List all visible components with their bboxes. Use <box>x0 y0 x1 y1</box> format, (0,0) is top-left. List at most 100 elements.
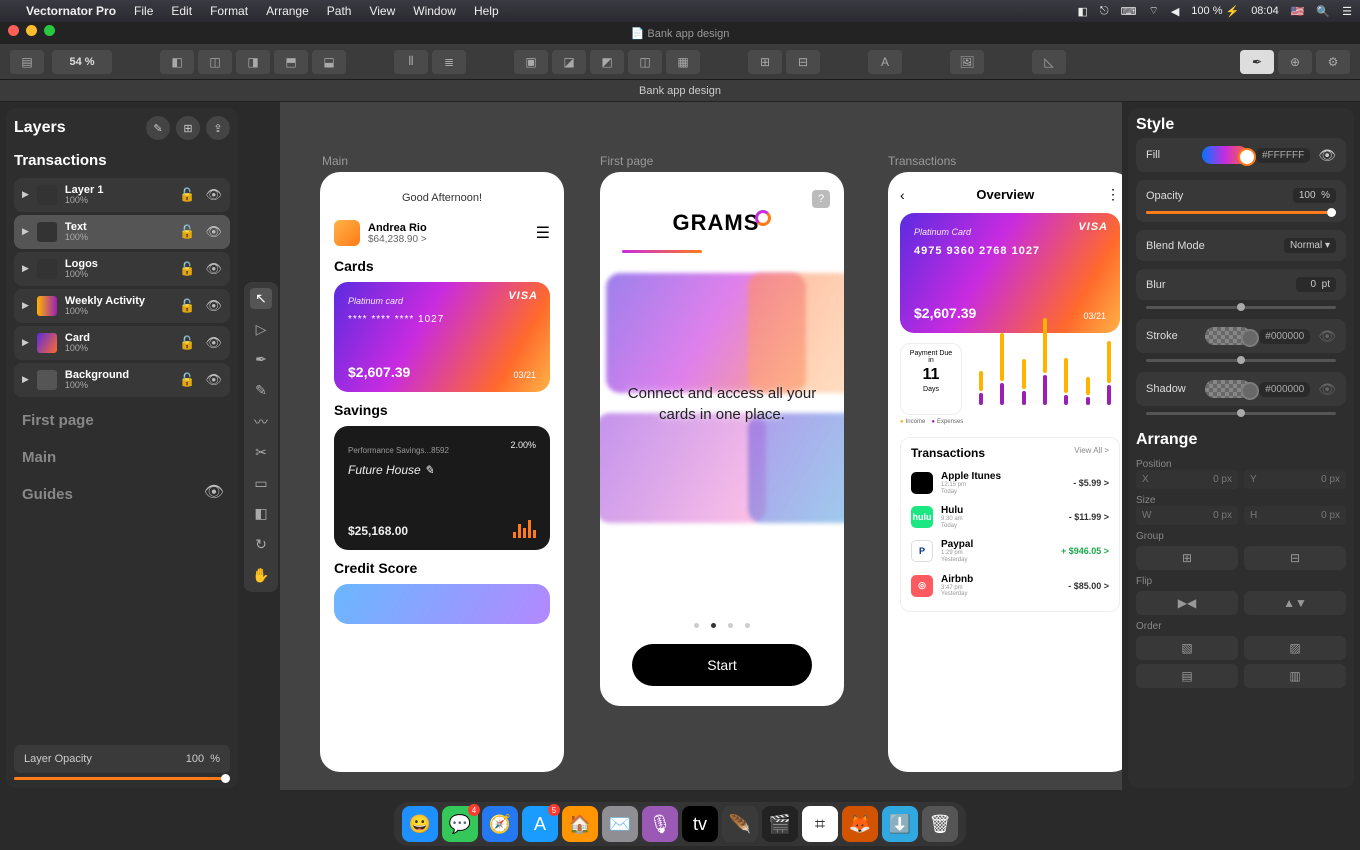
layer-row[interactable]: ▶ Weekly Activity 100% 🔓👁 <box>14 289 230 323</box>
shadow-visibility-icon[interactable]: 👁 <box>1318 381 1336 398</box>
lock-icon[interactable]: 🔓 <box>179 261 195 277</box>
rotate-tool[interactable]: ↻ <box>250 534 272 555</box>
brush-tool[interactable]: 〰 <box>250 411 272 432</box>
blur-value[interactable]: 0 pt <box>1296 277 1336 292</box>
align-bottom-button[interactable]: ⬓ <box>312 50 346 74</box>
expand-icon[interactable]: ▶ <box>22 263 29 274</box>
ungroup-button[interactable]: ⊟ <box>786 50 820 74</box>
dock-app[interactable]: A5 <box>522 806 558 842</box>
dock-app[interactable]: 🗑 <box>922 806 958 842</box>
flip-h-btn[interactable]: ▶◀ <box>1136 591 1238 615</box>
visibility-icon[interactable]: 👁 <box>205 261 222 277</box>
shadow-swatch[interactable] <box>1205 380 1251 398</box>
creative-cloud-icon[interactable]: ◧ <box>1077 5 1087 18</box>
layer-row[interactable]: ▶ Logos 100% 🔓👁 <box>14 252 230 286</box>
zoom-level[interactable]: 54 % <box>52 50 112 74</box>
minimize-window-icon[interactable] <box>26 25 37 36</box>
menu-path[interactable]: Path <box>327 4 352 18</box>
artboard-icon[interactable]: ⊞ <box>176 116 200 140</box>
pencil-tool[interactable]: ✎ <box>250 380 272 401</box>
lock-icon[interactable]: 🔓 <box>179 335 195 351</box>
image-button[interactable]: 🖼 <box>950 50 984 74</box>
menu-file[interactable]: File <box>134 4 153 18</box>
align-top-button[interactable]: ⬒ <box>274 50 308 74</box>
mask-button[interactable]: ◺ <box>1032 50 1066 74</box>
artboard-transactions[interactable]: ‹ Overview ⋮ VISA Platinum Card 4975 936… <box>888 172 1122 772</box>
menu-window[interactable]: Window <box>413 4 456 18</box>
visibility-icon[interactable]: 👁 <box>205 372 222 388</box>
dock-app[interactable]: ⌗ <box>802 806 838 842</box>
lock-icon[interactable]: 🔓 <box>179 224 195 240</box>
menu-view[interactable]: View <box>369 4 395 18</box>
layers-section-title[interactable]: Transactions <box>14 152 230 169</box>
canvas[interactable]: Main First page Transactions Good Aftern… <box>280 102 1122 790</box>
dock[interactable]: 😀💬4🧭A5🏠✉️🎙tv🪶🎬⌗🦊⬇️🗑 <box>394 802 966 846</box>
flip-v-btn[interactable]: ▲▼ <box>1244 591 1346 615</box>
keyboard-icon[interactable]: ⌨ <box>1121 5 1137 18</box>
bool-union-button[interactable]: ▣ <box>514 50 548 74</box>
distribute-v-button[interactable]: ≣ <box>432 50 466 74</box>
dock-app[interactable]: tv <box>682 806 718 842</box>
shape-tool[interactable]: ▭ <box>250 473 272 494</box>
dock-app[interactable]: 🦊 <box>842 806 878 842</box>
order-front-btn[interactable]: ▨ <box>1244 636 1346 660</box>
dock-app[interactable]: 😀 <box>402 806 438 842</box>
bool-divide-button[interactable]: ▦ <box>666 50 700 74</box>
align-center-button[interactable]: ◫ <box>198 50 232 74</box>
expand-icon[interactable]: ▶ <box>22 374 29 385</box>
align-right-button[interactable]: ◨ <box>236 50 270 74</box>
text-button[interactable]: A <box>868 50 902 74</box>
distribute-h-button[interactable]: ⦀ <box>394 50 428 74</box>
dock-app[interactable]: 🪶 <box>722 806 758 842</box>
style-tab-button[interactable]: ✒ <box>1240 50 1274 74</box>
pos-x-field[interactable]: X0 px <box>1136 470 1238 489</box>
expand-icon[interactable]: ▶ <box>22 337 29 348</box>
dock-app[interactable]: 🎬 <box>762 806 798 842</box>
pen-tool[interactable]: ✒ <box>250 350 272 371</box>
menu-format[interactable]: Format <box>210 4 248 18</box>
export-icon[interactable]: ⇪ <box>206 116 230 140</box>
menu-arrange[interactable]: Arrange <box>266 4 309 18</box>
size-h-field[interactable]: H0 px <box>1244 506 1346 525</box>
document-tab[interactable]: Bank app design <box>0 80 1360 102</box>
blur-slider[interactable] <box>1146 306 1336 309</box>
spotlight-icon[interactable]: 🔍 <box>1316 5 1330 18</box>
group-btn[interactable]: ⊞ <box>1136 546 1238 570</box>
bool-subtract-button[interactable]: ◪ <box>552 50 586 74</box>
artboard-main[interactable]: Good Afternoon! Andrea Rio $64,238.90 > … <box>320 172 564 772</box>
ungroup-btn[interactable]: ⊟ <box>1244 546 1346 570</box>
fullscreen-window-icon[interactable] <box>44 25 55 36</box>
settings-button[interactable]: ⚙ <box>1316 50 1350 74</box>
fill-hex[interactable]: #FFFFFF <box>1256 148 1310 163</box>
node-tool[interactable]: ▷ <box>250 319 272 340</box>
artboard-label-first[interactable]: First page <box>600 154 653 168</box>
stroke-swatch[interactable] <box>1205 327 1251 345</box>
layer-opacity-slider[interactable] <box>14 777 230 780</box>
wifi-icon[interactable]: ⌔ <box>1148 4 1158 18</box>
dock-app[interactable]: 🏠 <box>562 806 598 842</box>
opacity-value[interactable]: 100 % <box>1293 188 1336 203</box>
select-tool[interactable]: ↖ <box>250 288 272 309</box>
shadow-hex[interactable]: #000000 <box>1259 382 1310 397</box>
layer-row[interactable]: ▶ Text 100% 🔓👁 <box>14 215 230 249</box>
dock-app[interactable]: ⬇️ <box>882 806 918 842</box>
size-w-field[interactable]: W0 px <box>1136 506 1238 525</box>
expand-icon[interactable]: ▶ <box>22 189 29 200</box>
visibility-icon[interactable]: 👁 <box>205 224 222 240</box>
menu-edit[interactable]: Edit <box>171 4 192 18</box>
menu-help[interactable]: Help <box>474 4 499 18</box>
hand-tool[interactable]: ✋ <box>250 565 272 586</box>
layer-row[interactable]: ▶ Layer 1 100% 🔓👁 <box>14 178 230 212</box>
add-button[interactable]: ⊕ <box>1278 50 1312 74</box>
battery-status[interactable]: 100 % ⚡ <box>1191 5 1239 18</box>
stroke-hex[interactable]: #000000 <box>1259 329 1310 344</box>
artboard-label-tx[interactable]: Transactions <box>888 154 956 168</box>
dock-app[interactable]: 💬4 <box>442 806 478 842</box>
fill-swatch[interactable] <box>1202 146 1248 164</box>
fill-visibility-icon[interactable]: 👁 <box>1318 147 1336 164</box>
lock-icon[interactable]: 🔓 <box>179 298 195 314</box>
app-name[interactable]: Vectornator Pro <box>26 4 116 18</box>
layer-section[interactable]: First page <box>22 412 94 429</box>
volume-icon[interactable]: ◀ <box>1171 5 1179 18</box>
layer-section[interactable]: Guides <box>22 486 73 503</box>
